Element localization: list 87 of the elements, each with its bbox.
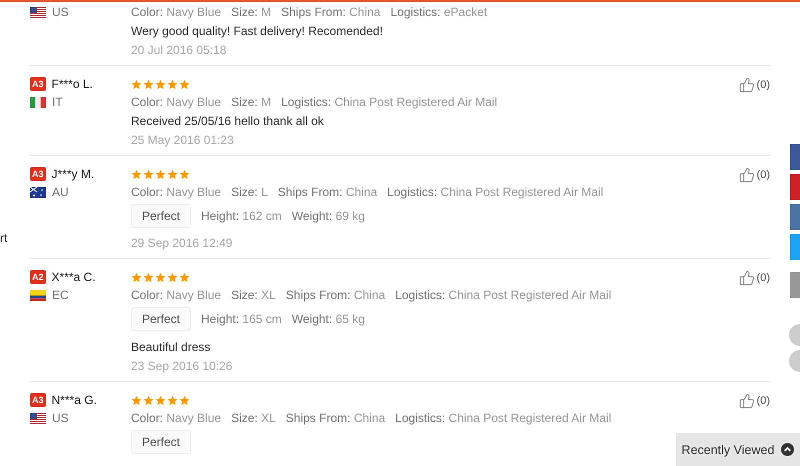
review-text: Beautiful dress [131,339,210,356]
fit-tag: Perfect [131,430,192,454]
star-icon [155,394,166,406]
review-text: Wery good quality! Fast delivery! Recomended! [131,23,383,40]
thumbs-up-icon [738,270,755,286]
reviewer-name: F***o L. [52,77,93,91]
cut-off-text: rt [0,231,8,245]
product-attribute: Size: M [231,95,272,109]
fit-tag: Perfect [131,204,192,228]
share-tab[interactable] [790,272,800,298]
level-badge: A3 [30,77,46,91]
like-button[interactable]: (0) [738,393,770,409]
star-icon [143,272,154,282]
review-date: 23 Sep 2016 10:26 [131,358,232,375]
star-icon [131,394,142,406]
product-attribute: Logistics: China Post Registered Air Mail [281,95,498,109]
product-attribute: Size: L [231,185,268,199]
share-tab[interactable] [790,174,800,200]
country-code: EC [52,288,69,302]
star-icon [155,272,166,282]
star-icon [131,272,142,282]
level-badge: A3 [30,393,46,407]
reviewer-name: J***y M. [52,167,94,181]
product-attribute: Color: Navy Blue [131,288,222,302]
star-icon [167,168,178,180]
country-code: US [52,411,69,425]
flag-icon [30,412,46,424]
product-attribute: Size: M [231,5,272,19]
like-button[interactable]: (0) [738,270,770,286]
country-code: US [52,5,69,19]
reviewer-name: X***a C. [52,270,96,284]
chevron-up-icon [781,443,794,456]
product-attribute: Logistics: China Post Registered Air Mail [387,185,604,199]
fit-tag: Perfect [131,307,192,331]
review-date: 25 May 2016 01:23 [131,132,234,149]
product-attribute: Ships From: China [281,5,380,19]
country-code: AU [52,185,69,199]
product-attribute: Ships From: China [286,288,386,302]
star-icon [143,78,154,90]
review-date: 29 Sep 2016 12:49 [131,235,232,252]
star-icon [167,78,178,90]
review-date: 20 Jul 2016 05:18 [131,42,226,59]
level-badge: A3 [30,167,46,181]
star-icon [179,78,190,90]
star-icon [179,272,190,282]
share-tab[interactable] [790,144,800,170]
thumbs-up-icon [738,167,755,183]
thumbs-up-icon [738,77,755,93]
body-measurement: Height: 165 cm [201,312,282,326]
body-measurement: Weight: 65 kg [292,312,365,326]
product-attribute: Color: Navy Blue [131,95,222,109]
star-icon [143,394,154,406]
star-icon [167,272,178,282]
star-icon [131,78,142,90]
product-attribute: Size: XL [231,288,276,302]
flag-icon [30,290,46,300]
star-icon [155,168,166,180]
product-attribute: Color: Navy Blue [131,411,222,425]
flag-icon [30,6,46,18]
share-tab[interactable] [790,234,800,260]
level-badge: A2 [30,270,46,284]
like-button[interactable]: (0) [738,167,770,183]
product-attribute: Color: Navy Blue [131,185,222,199]
review-text: Received 25/05/16 hello thank all ok [131,113,324,130]
star-icon [155,78,166,90]
thumbs-up-icon [738,393,755,409]
like-button[interactable]: (0) [738,77,770,93]
body-measurement: Weight: 69 kg [292,209,365,223]
country-code: IT [52,95,63,109]
body-measurement: Height: 162 cm [201,209,282,223]
star-icon [167,394,178,406]
product-attribute: Color: Navy Blue [131,5,222,19]
product-attribute: Size: XL [231,411,276,425]
product-attribute: Logistics: ePacket [390,5,488,19]
flag-icon [30,186,46,198]
star-icon [179,394,190,406]
flag-icon [30,96,46,108]
reviewer-name: N***a G. [52,393,97,407]
star-icon [131,168,142,180]
product-attribute: Logistics: China Post Registered Air Mail [395,411,612,425]
share-tab[interactable] [790,204,800,230]
product-attribute: Ships From: China [278,185,378,199]
recently-viewed-button[interactable]: Recently Viewed [676,433,800,466]
star-icon [179,168,190,180]
product-attribute: Ships From: China [286,411,386,425]
product-attribute: Logistics: China Post Registered Air Mail [395,288,612,302]
star-icon [143,168,154,180]
